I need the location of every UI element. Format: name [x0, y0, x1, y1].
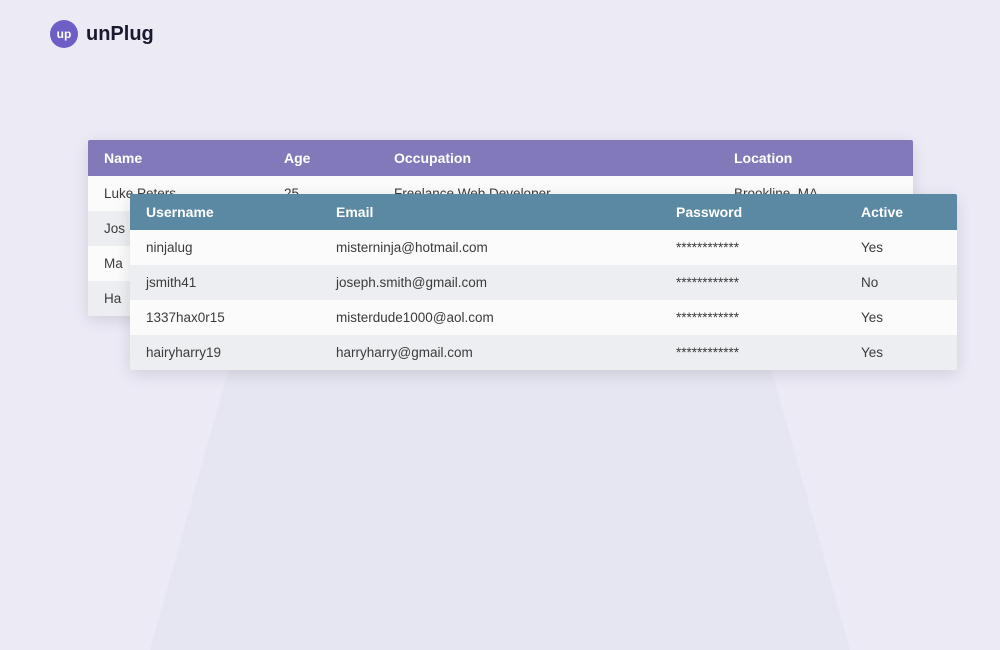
col-header-username: Username [146, 204, 336, 220]
cell-email: misterdude1000@aol.com [336, 310, 676, 325]
cell-active: Yes [861, 240, 941, 255]
table-row[interactable]: ninjalug misterninja@hotmail.com *******… [130, 230, 957, 265]
cell-username: jsmith41 [146, 275, 336, 290]
cell-username: ninjalug [146, 240, 336, 255]
col-header-occupation: Occupation [394, 150, 734, 166]
logo-badge: up [50, 20, 78, 48]
logo-text: unPlug [86, 23, 154, 46]
cell-password: ************ [676, 240, 861, 255]
cell-active: Yes [861, 345, 941, 360]
cell-active: Yes [861, 310, 941, 325]
cell-email: misterninja@hotmail.com [336, 240, 676, 255]
col-header-active: Active [861, 204, 941, 220]
cell-email: joseph.smith@gmail.com [336, 275, 676, 290]
accounts-table: Username Email Password Active ninjalug … [130, 194, 957, 370]
col-header-password: Password [676, 204, 861, 220]
logo: up unPlug [50, 20, 154, 48]
table-row[interactable]: 1337hax0r15 misterdude1000@aol.com *****… [130, 300, 957, 335]
cell-password: ************ [676, 310, 861, 325]
table-header-row: Username Email Password Active [130, 194, 957, 230]
col-header-name: Name [104, 150, 284, 166]
cell-username: 1337hax0r15 [146, 310, 336, 325]
col-header-email: Email [336, 204, 676, 220]
cell-active: No [861, 275, 941, 290]
cell-email: harryharry@gmail.com [336, 345, 676, 360]
cell-password: ************ [676, 345, 861, 360]
table-header-row: Name Age Occupation Location [88, 140, 913, 176]
col-header-location: Location [734, 150, 897, 166]
table-row[interactable]: hairyharry19 harryharry@gmail.com ******… [130, 335, 957, 370]
cell-password: ************ [676, 275, 861, 290]
col-header-age: Age [284, 150, 394, 166]
cell-username: hairyharry19 [146, 345, 336, 360]
table-row[interactable]: jsmith41 joseph.smith@gmail.com ********… [130, 265, 957, 300]
